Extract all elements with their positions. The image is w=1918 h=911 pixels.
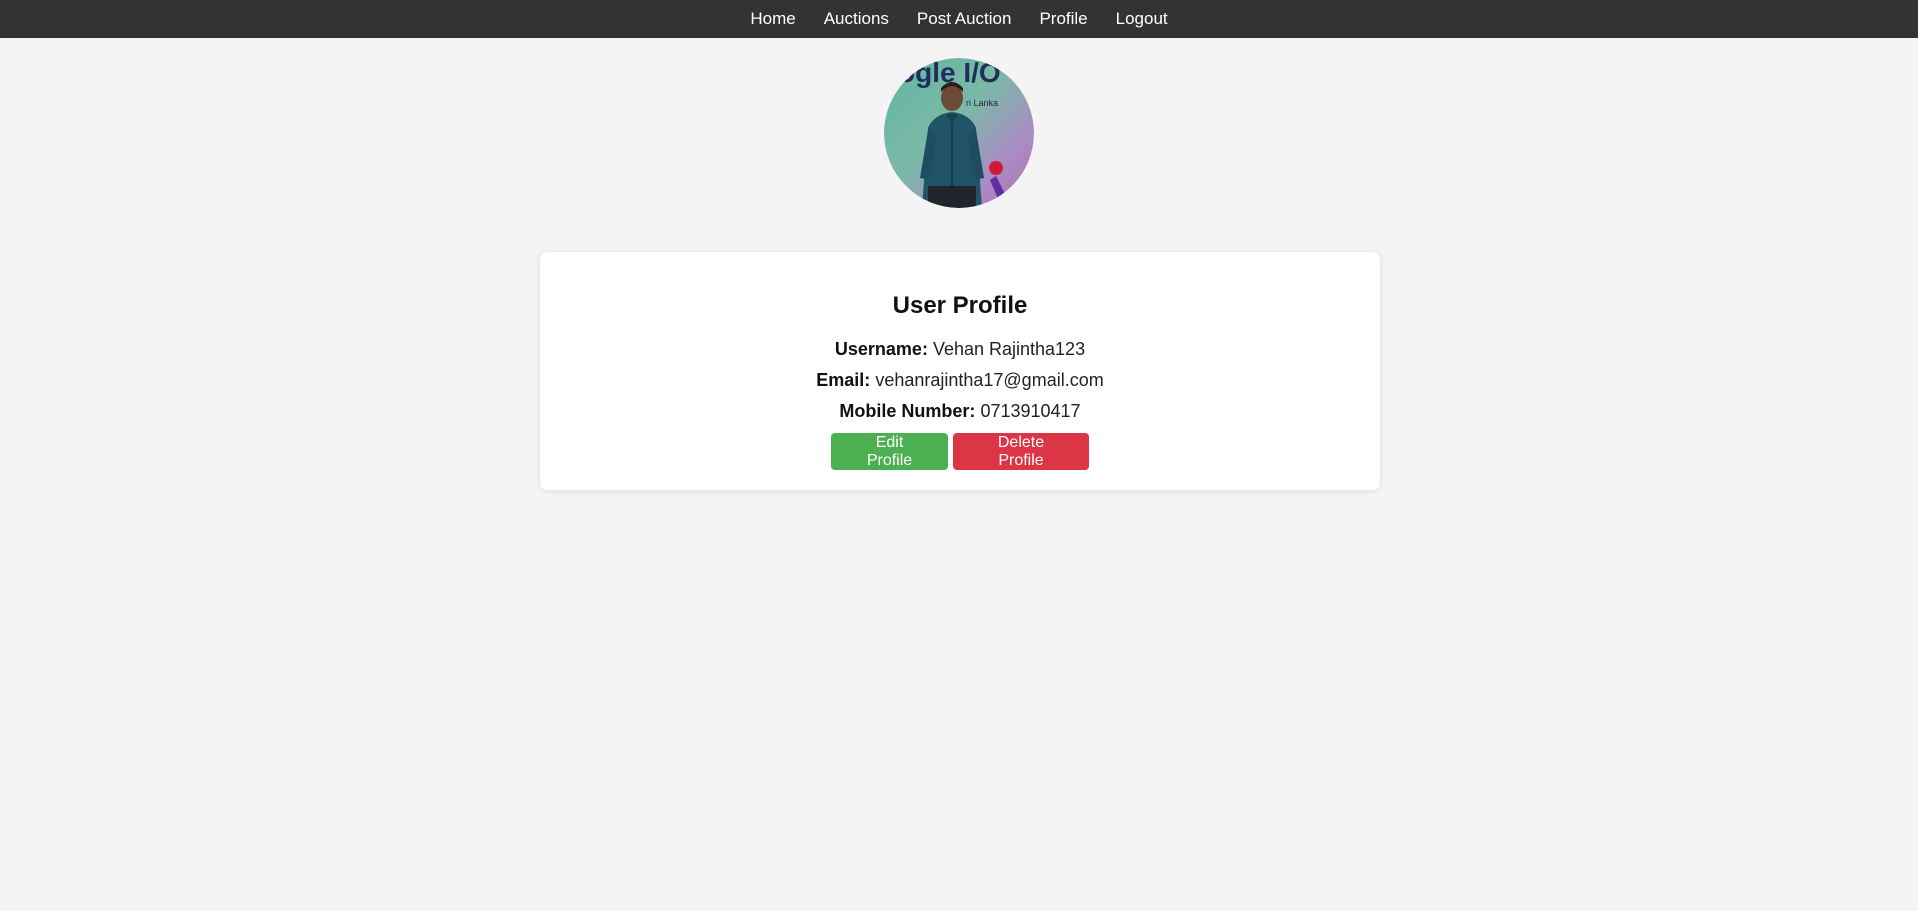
username-value: Vehan Rajintha123 [932, 339, 1086, 359]
nav-logout[interactable]: Logout [1116, 0, 1168, 38]
delete-profile-button[interactable]: Delete Profile [953, 433, 1089, 470]
avatar-container: ogle I/O ri Lanka [0, 58, 1918, 208]
profile-title: User Profile [892, 292, 1028, 319]
nav-post-auction[interactable]: Post Auction [917, 0, 1012, 38]
top-navbar: Home Auctions Post Auction Profile Logou… [0, 0, 1918, 38]
edit-profile-button[interactable]: Edit Profile [831, 433, 948, 470]
nav-profile[interactable]: Profile [1039, 0, 1087, 38]
email-label: Email: [816, 370, 871, 390]
username-label: Username: [834, 339, 928, 359]
nav-home[interactable]: Home [750, 0, 795, 38]
avatar-photo-subtext: ri Lanka [966, 98, 998, 108]
mobile-value: 0713910417 [980, 401, 1081, 421]
nav-auctions[interactable]: Auctions [824, 0, 889, 38]
username-row: Username: Vehan Rajintha123 [540, 334, 1380, 365]
email-value: vehanrajintha17@gmail.com [875, 370, 1104, 390]
mobile-row: Mobile Number: 0713910417 [540, 396, 1380, 427]
email-row: Email: vehanrajintha17@gmail.com [540, 365, 1380, 396]
profile-actions: Edit Profile Delete Profile [540, 433, 1380, 470]
mobile-label: Mobile Number: [839, 401, 976, 421]
profile-card: User Profile Username: Vehan Rajintha123… [540, 252, 1380, 490]
avatar: ogle I/O ri Lanka [884, 58, 1034, 208]
